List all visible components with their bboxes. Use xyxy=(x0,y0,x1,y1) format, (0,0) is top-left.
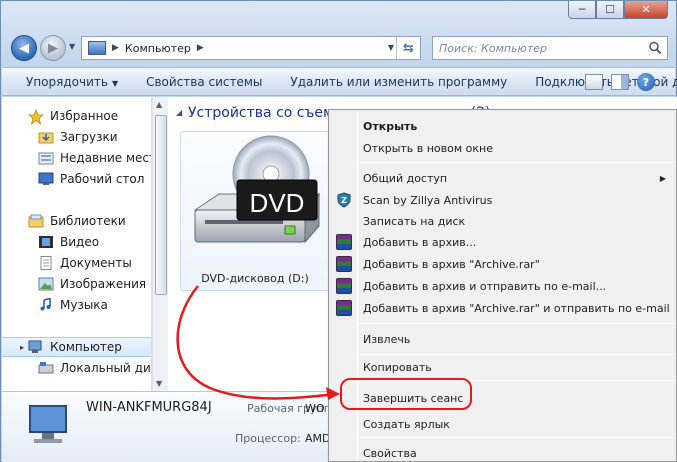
annotation-arrow-icon xyxy=(176,285,340,400)
